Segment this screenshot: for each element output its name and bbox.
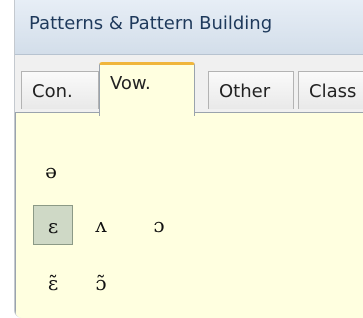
tab-class[interactable]: Class (298, 71, 363, 109)
tab-other[interactable]: Other (208, 71, 294, 109)
tab-strip: Con. Vow. Other Class (15, 55, 363, 116)
vowel-open-e[interactable]: ɛ (33, 205, 73, 245)
panel-title-bar: Patterns & Pattern Building (15, 0, 363, 55)
vowel-nasal-open-e[interactable]: ɛ̃ (33, 263, 73, 303)
vowel-grid: ə ɛ ʌ ɔ ɛ̃ ɔ̃ (15, 112, 363, 318)
patterns-panel: Patterns & Pattern Building Con. Vow. Ot… (14, 0, 363, 318)
vowel-nasal-open-o[interactable]: ɔ̃ (81, 263, 121, 303)
vowel-wedge[interactable]: ʌ (81, 205, 121, 245)
tab-vowels[interactable]: Vow. (99, 62, 195, 116)
vowel-schwa[interactable]: ə (31, 151, 71, 191)
tab-consonants[interactable]: Con. (21, 71, 99, 109)
panel-title: Patterns & Pattern Building (29, 13, 273, 34)
vowel-open-o[interactable]: ɔ (139, 205, 179, 245)
